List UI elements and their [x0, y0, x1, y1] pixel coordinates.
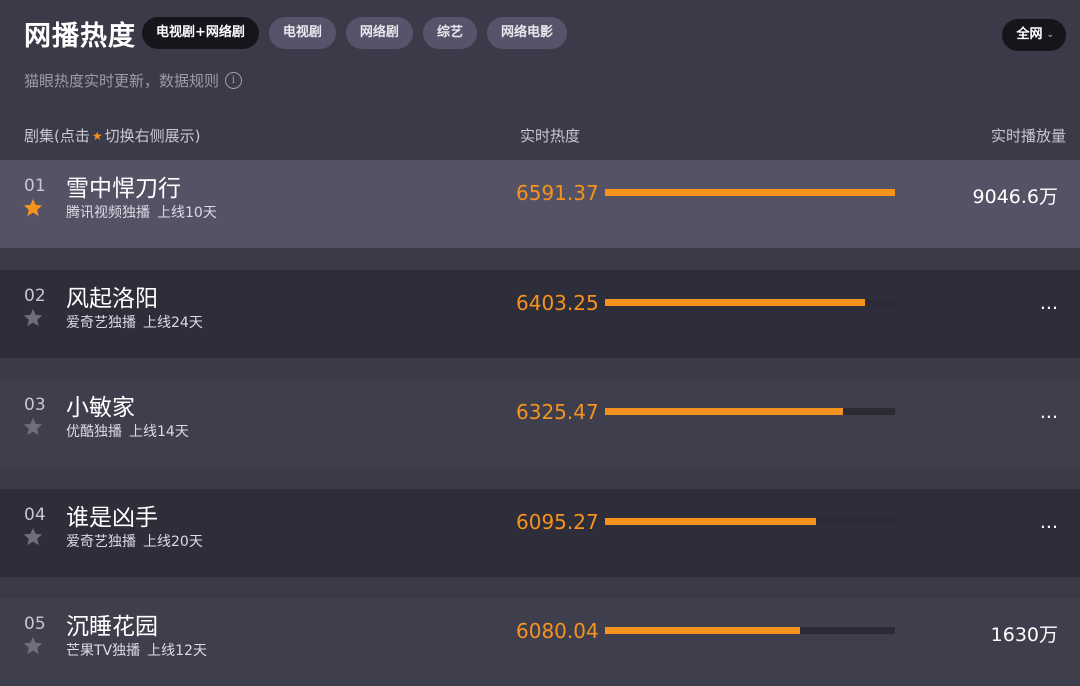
heat-value: 6325.47	[516, 400, 599, 424]
tab-web-series[interactable]: 网络剧	[345, 17, 413, 49]
heat-bar	[605, 299, 895, 306]
tab-web-movie[interactable]: 网络电影	[486, 17, 567, 49]
days-online-label: 上线12天	[147, 643, 207, 659]
column-header-series-prefix: 剧集(点击	[24, 127, 90, 145]
rank-number: 03	[24, 395, 46, 415]
tab-tv-and-web[interactable]: 电视剧+网络剧	[142, 17, 259, 49]
days-online-label: 上线10天	[157, 205, 217, 221]
days-online-label: 上线14天	[129, 424, 189, 440]
info-icon[interactable]: i	[225, 72, 243, 89]
platform-label: 爱奇艺独播	[66, 315, 136, 331]
series-meta: 腾讯视频独播 上线10天	[66, 202, 217, 222]
series-meta: 爱奇艺独播 上线20天	[66, 531, 203, 551]
series-title[interactable]: 风起洛阳	[66, 279, 158, 313]
tab-variety[interactable]: 综艺	[422, 17, 477, 49]
play-count: 1630万	[990, 624, 1058, 646]
column-header-plays: 实时播放量	[990, 127, 1066, 145]
heat-bar	[605, 518, 895, 525]
series-title[interactable]: 小敏家	[66, 388, 135, 422]
play-count: ...	[1039, 511, 1058, 533]
platform-label: 优酷独播	[66, 424, 122, 440]
series-title[interactable]: 沉睡花园	[66, 607, 158, 641]
play-count: ...	[1039, 292, 1058, 314]
play-count: ...	[1039, 401, 1058, 423]
heat-value: 6403.25	[516, 291, 599, 315]
region-value: 全网	[1016, 27, 1043, 42]
table-row[interactable]: 05 沉睡花园 芒果TV独播 上线12天 6080.04 1630万	[0, 598, 1080, 686]
column-header-heat: 实时热度	[520, 127, 581, 145]
heat-bar	[605, 627, 895, 634]
subtitle: 猫眼热度实时更新，数据规则 i	[24, 70, 243, 91]
column-header-series: 剧集(点击 ★ 切换右侧展示)	[24, 125, 200, 146]
star-icon[interactable]	[22, 197, 44, 219]
heat-bar-fill	[605, 627, 800, 634]
heat-value: 6095.27	[516, 510, 599, 534]
days-online-label: 上线24天	[143, 315, 203, 331]
star-icon[interactable]	[22, 635, 44, 657]
page-title: 网播热度	[24, 21, 136, 52]
heat-bar-fill	[605, 189, 895, 196]
header-area: 网播热度 电视剧+网络剧 电视剧 网络剧 综艺 网络电影 全网 ⌄ 猫眼热度实时…	[0, 0, 1080, 160]
star-icon[interactable]	[22, 307, 44, 329]
table-row[interactable]: 01 雪中悍刀行 腾讯视频独播 上线10天 6591.37 9046.6万	[0, 160, 1080, 248]
platform-label: 芒果TV独播	[66, 643, 141, 659]
platform-label: 爱奇艺独播	[66, 534, 136, 550]
star-icon: ★	[91, 128, 103, 143]
heat-bar-fill	[605, 518, 817, 525]
series-title[interactable]: 雪中悍刀行	[66, 169, 181, 203]
heat-bar	[605, 408, 895, 415]
table-row[interactable]: 03 小敏家 优酷独播 上线14天 6325.47 ...	[0, 379, 1080, 467]
rank-number: 04	[24, 505, 46, 525]
star-icon[interactable]	[22, 416, 44, 438]
region-dropdown[interactable]: 全网 ⌄	[1002, 19, 1066, 51]
heat-bar-fill	[605, 408, 844, 415]
series-meta: 芒果TV独播 上线12天	[66, 640, 207, 660]
series-title[interactable]: 谁是凶手	[66, 498, 158, 532]
platform-label: 腾讯视频独播	[66, 205, 150, 221]
table-row[interactable]: 04 谁是凶手 爱奇艺独播 上线20天 6095.27 ...	[0, 489, 1080, 577]
days-online-label: 上线20天	[143, 534, 203, 550]
column-header-series-suffix: 切换右侧展示)	[104, 127, 201, 145]
series-meta: 优酷独播 上线14天	[66, 421, 189, 441]
heat-bar	[605, 189, 895, 196]
rank-number: 01	[24, 176, 46, 196]
chevron-down-icon: ⌄	[1046, 30, 1054, 40]
table-row[interactable]: 02 风起洛阳 爱奇艺独播 上线24天 6403.25 ...	[0, 270, 1080, 358]
tab-tv[interactable]: 电视剧	[268, 17, 336, 49]
category-tabs: 电视剧+网络剧 电视剧 网络剧 综艺 网络电影	[142, 17, 567, 49]
heat-bar-fill	[605, 299, 866, 306]
play-count: 9046.6万	[972, 186, 1058, 208]
star-icon[interactable]	[22, 526, 44, 548]
rank-number: 05	[24, 614, 46, 634]
heat-value: 6591.37	[516, 181, 599, 205]
series-meta: 爱奇艺独播 上线24天	[66, 312, 203, 332]
rank-number: 02	[24, 286, 46, 306]
heat-value: 6080.04	[516, 619, 599, 643]
subtitle-text: 猫眼热度实时更新，数据规则	[24, 72, 220, 90]
